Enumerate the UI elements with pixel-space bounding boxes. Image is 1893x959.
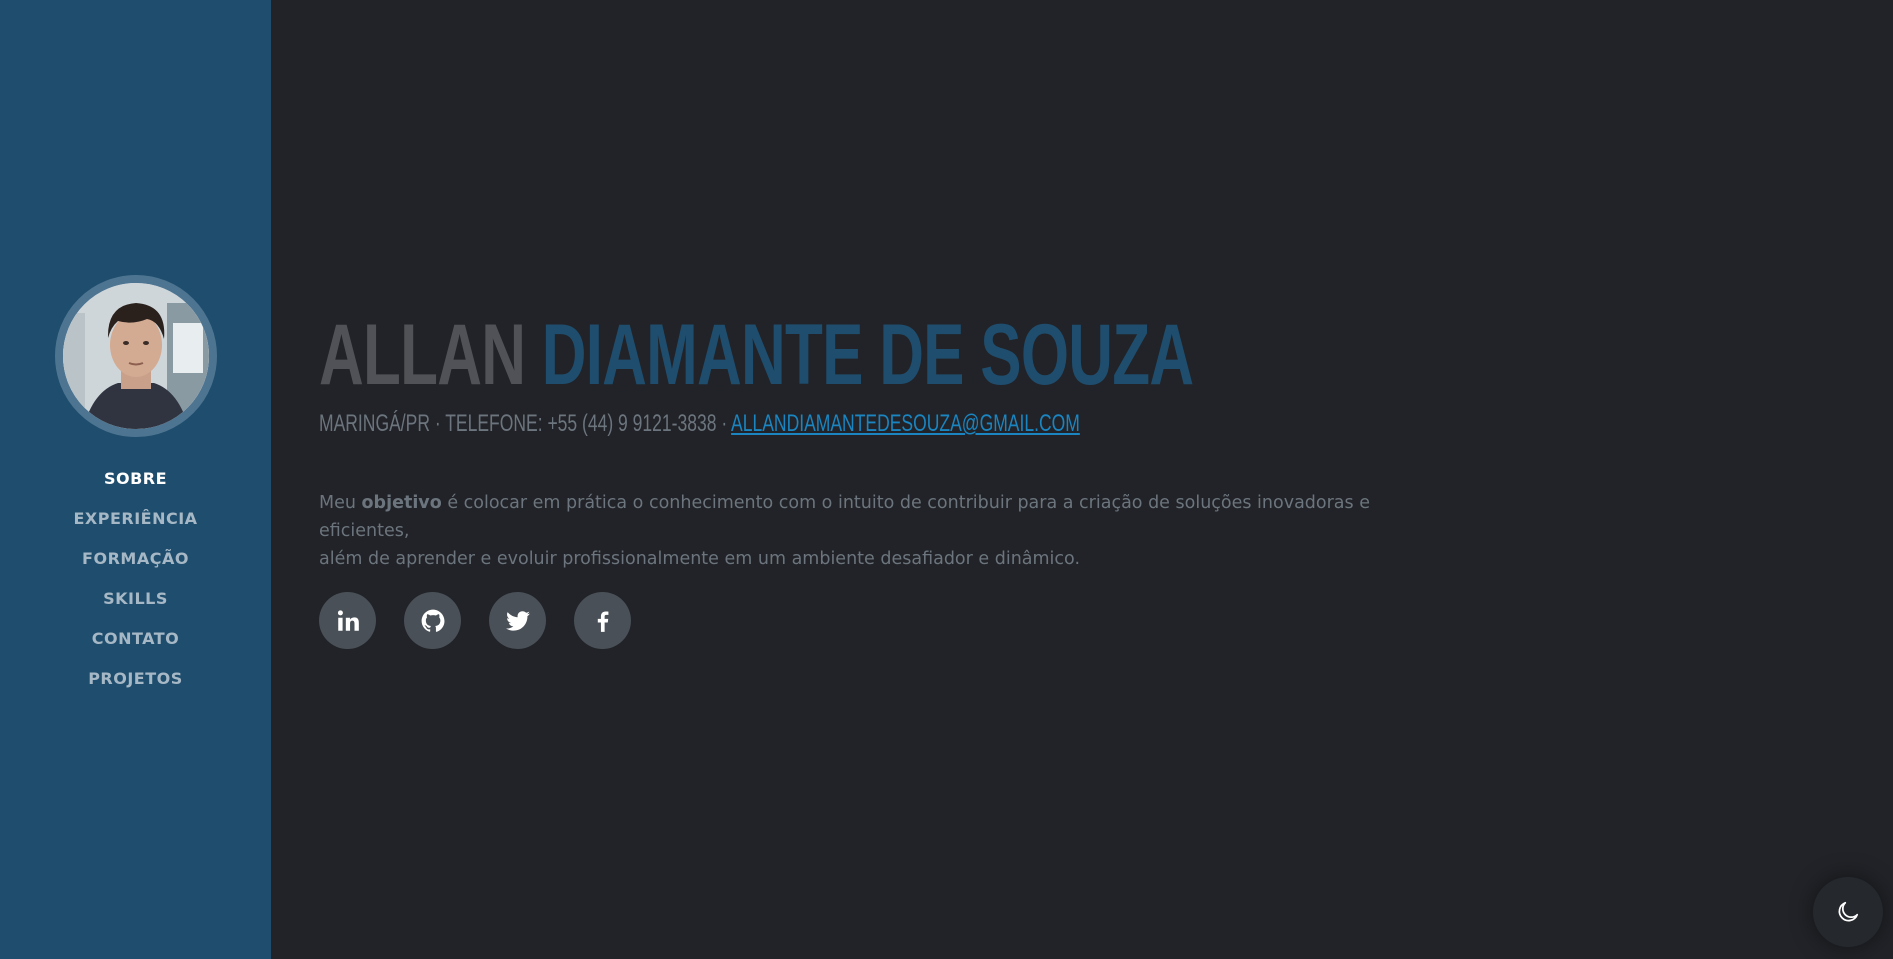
page-title: ALLAN DIAMANTE DE SOUZA [319, 307, 1194, 403]
nav-item-projetos[interactable]: PROJETOS [88, 659, 183, 699]
facebook-button[interactable] [574, 592, 631, 649]
objective-text: Meu objetivo é colocar em prática o conh… [319, 489, 1419, 573]
linkedin-button[interactable] [319, 592, 376, 649]
twitter-button[interactable] [489, 592, 546, 649]
moon-icon [1838, 901, 1859, 922]
contact-info: MARINGÁ/PR · TELEFONE: +55 (44) 9 9121-3… [319, 410, 1080, 438]
profile-photo [62, 283, 209, 429]
first-name: ALLAN [319, 307, 526, 403]
lead-prefix: Meu [319, 493, 362, 513]
email-link[interactable]: ALLANDIAMANTEDESOUZA@GMAIL.COM [731, 410, 1080, 437]
twitter-icon [505, 610, 530, 631]
sidebar-nav: SOBRE EXPERIÊNCIA FORMAÇÃO SKILLS CONTAT… [73, 459, 197, 699]
nav-item-contato[interactable]: CONTATO [92, 619, 180, 659]
nav-item-formacao[interactable]: FORMAÇÃO [82, 539, 189, 579]
github-icon [421, 609, 444, 632]
nav-item-skills[interactable]: SKILLS [103, 579, 168, 619]
avatar[interactable] [54, 275, 217, 437]
github-button[interactable] [404, 592, 461, 649]
social-icons [319, 592, 631, 649]
nav-item-experiencia[interactable]: EXPERIÊNCIA [73, 499, 197, 539]
lead-line1: é colocar em prática o conhecimento com … [319, 493, 1370, 541]
location-phone: MARINGÁ/PR · TELEFONE: +55 (44) 9 9121-3… [319, 410, 732, 437]
nav-item-sobre[interactable]: SOBRE [104, 459, 167, 499]
lead-line2: além de aprender e evoluir profissionalm… [319, 549, 1081, 569]
lead-bold: objetivo [361, 493, 442, 513]
sidebar: SOBRE EXPERIÊNCIA FORMAÇÃO SKILLS CONTAT… [0, 0, 271, 959]
linkedin-icon [337, 609, 359, 631]
last-name: DIAMANTE DE SOUZA [541, 307, 1194, 403]
facebook-icon [597, 610, 608, 632]
theme-toggle-button[interactable] [1813, 877, 1883, 947]
